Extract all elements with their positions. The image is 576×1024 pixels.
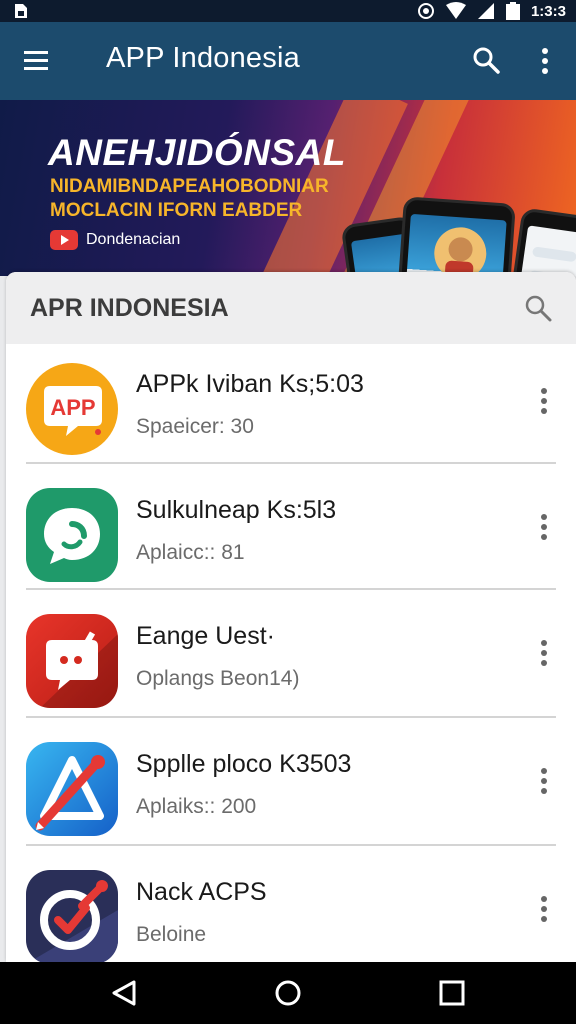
- divider: [26, 588, 556, 590]
- more-vertical-icon[interactable]: [536, 512, 552, 542]
- character-avatar-icon: [434, 227, 487, 276]
- banner-headline: ANEHJIDÓNSAL: [48, 132, 346, 173]
- status-time: 1:3:3: [530, 2, 566, 20]
- app-meta: Beloine: [136, 923, 207, 946]
- app-title: APP Indonesia: [106, 42, 300, 74]
- more-vertical-icon[interactable]: [536, 638, 552, 668]
- app-name: Spplle ploco K3503: [136, 750, 352, 778]
- section-header: APR INDONESIA: [6, 272, 576, 344]
- promo-banner[interactable]: ANEHJIDÓNSAL NIDAMIBNDAPEAHOBODNIAR MOCL…: [0, 100, 576, 276]
- sim-card-icon: [15, 4, 27, 18]
- banner-channel-label: Dondenacian: [86, 231, 181, 248]
- signal-icon: [477, 3, 494, 19]
- phone-mockup: [392, 196, 516, 276]
- status-bar: 1:3:3: [0, 0, 576, 22]
- app-bar: APP Indonesia: [0, 22, 576, 100]
- divider: [26, 716, 556, 718]
- home-circle-icon[interactable]: [274, 979, 302, 1007]
- list-item[interactable]: Sulkulneap Ks:5l3 Aplaicc:: 81: [6, 472, 576, 598]
- list-item[interactable]: Eange Uest· Oplangs Beon14): [6, 598, 576, 724]
- search-icon[interactable]: [472, 46, 500, 74]
- list-item[interactable]: Spplle ploco K3503 Aplaiks:: 200: [6, 726, 576, 852]
- app-name: Eange Uest·: [136, 622, 275, 650]
- divider: [26, 462, 556, 464]
- system-nav-bar: [0, 962, 576, 1024]
- video-play-icon: [50, 230, 78, 250]
- section-heading: APR INDONESIA: [30, 294, 229, 322]
- more-vertical-icon[interactable]: [536, 766, 552, 796]
- svg-text:APP: APP: [50, 395, 95, 420]
- search-icon[interactable]: [524, 294, 552, 322]
- wifi-icon: [445, 2, 466, 19]
- back-triangle-icon[interactable]: [110, 979, 138, 1007]
- banner-subline: MOCLACIN IFORN EABDER: [50, 200, 303, 221]
- app-list-card: APR INDONESIA APP APPk Iviban Ks;5:03 Sp…: [6, 272, 576, 962]
- app-meta: Oplangs Beon14): [136, 667, 300, 690]
- more-vertical-icon[interactable]: [535, 46, 555, 76]
- alarm-icon: [417, 3, 434, 19]
- game-controller-bubble-icon: [26, 614, 118, 708]
- more-vertical-icon[interactable]: [536, 386, 552, 416]
- recents-square-icon[interactable]: [438, 979, 466, 1007]
- app-meta: Aplaicc:: 81: [136, 541, 245, 564]
- app-name: APPk Iviban Ks;5:03: [136, 370, 364, 398]
- chat-bubble-icon: [26, 488, 118, 582]
- banner-channel: Dondenacian: [50, 230, 180, 250]
- drawing-tool-icon: [26, 742, 118, 836]
- app-name: Sulkulneap Ks:5l3: [136, 496, 337, 524]
- divider: [26, 844, 556, 846]
- battery-icon: [505, 2, 520, 20]
- app-name: Nack ACPS: [136, 878, 267, 906]
- hamburger-menu-icon[interactable]: [24, 48, 48, 72]
- more-vertical-icon[interactable]: [536, 894, 552, 924]
- target-icon: [26, 870, 118, 962]
- list-item[interactable]: APP APPk Iviban Ks;5:03 Spaeicer: 30: [6, 346, 576, 472]
- app-speech-bubble-icon: APP: [26, 362, 118, 456]
- app-meta: Aplaiks:: 200: [136, 795, 257, 818]
- app-meta: Spaeicer: 30: [136, 415, 254, 438]
- list-item[interactable]: Nack ACPS Beloine: [6, 854, 576, 962]
- banner-subline: NIDAMIBNDAPEAHOBODNIAR: [50, 176, 329, 197]
